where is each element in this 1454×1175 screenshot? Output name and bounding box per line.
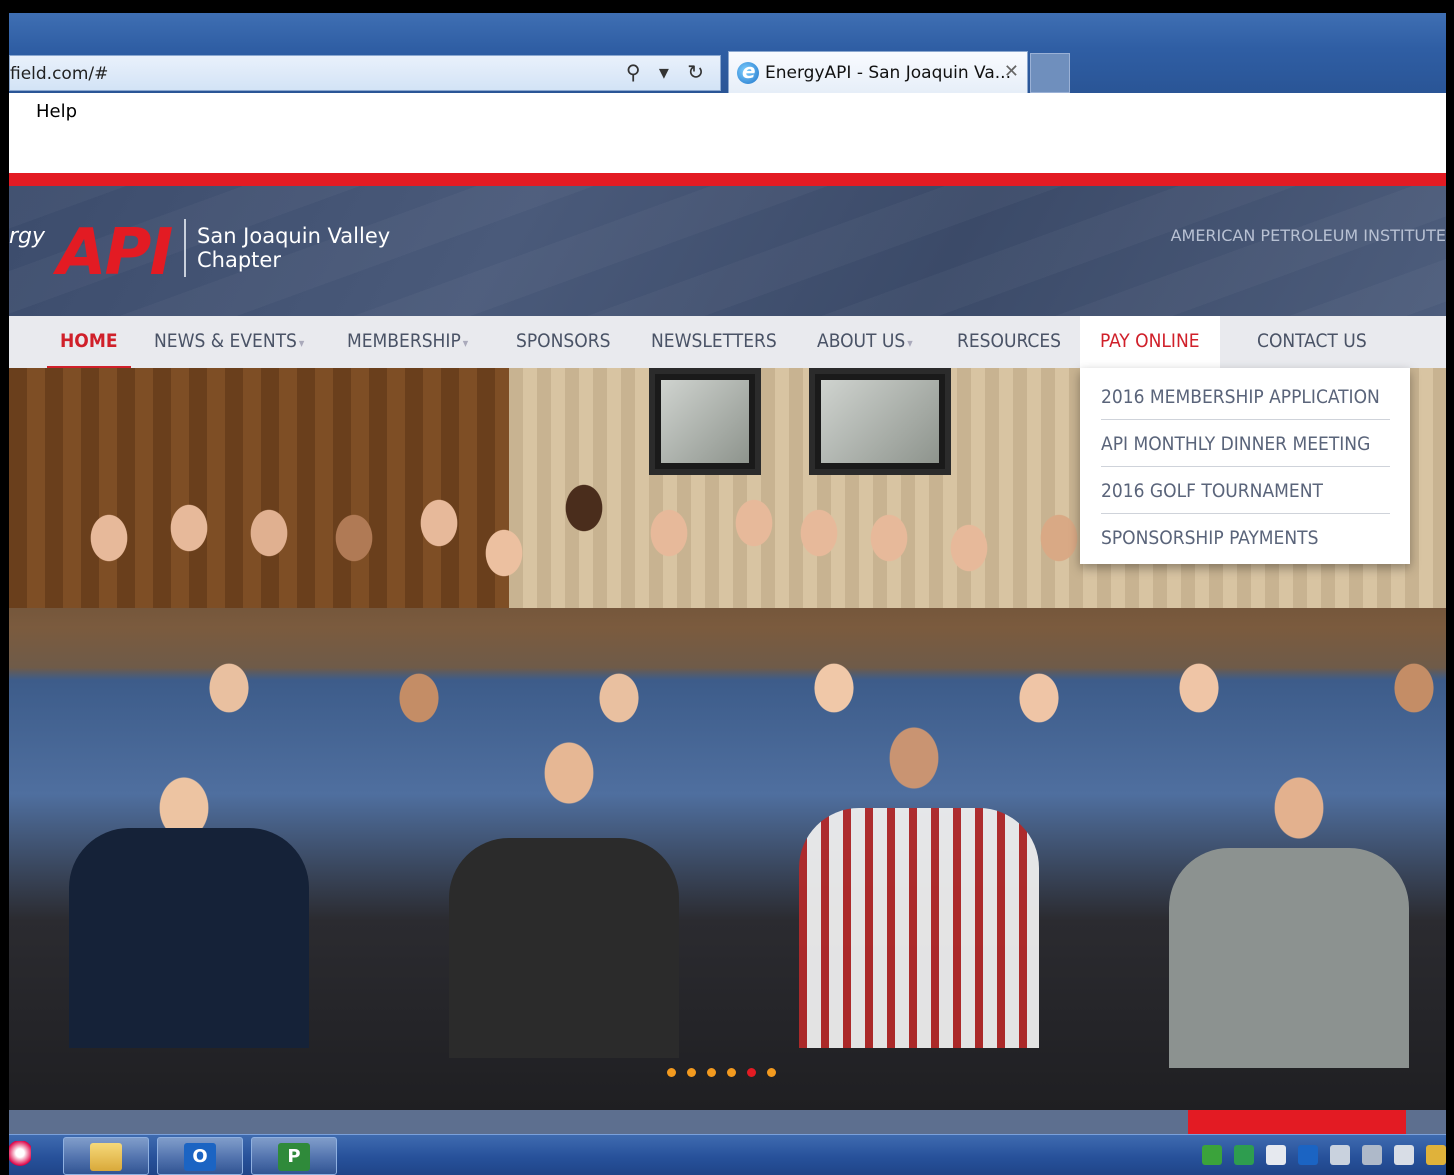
slider-dot[interactable]	[687, 1068, 696, 1077]
browser-tab[interactable]: EnergyAPI - San Joaquin Va... ✕	[728, 51, 1028, 93]
taskbar-project[interactable]: P	[251, 1137, 337, 1175]
api-logo[interactable]: API	[57, 221, 173, 285]
slider-dot[interactable]	[727, 1068, 736, 1077]
org-name: AMERICAN PETROLEUM INSTITUTE	[1170, 226, 1446, 245]
screen: field.com/# ⚲ ▾ ↻ EnergyAPI - San Joaqui…	[9, 13, 1446, 1175]
tray-volume-icon[interactable]	[1394, 1145, 1414, 1165]
outlook-icon: O	[184, 1143, 216, 1171]
address-bar[interactable]: field.com/# ⚲ ▾ ↻	[9, 55, 721, 91]
chevron-down-icon: ▾	[462, 336, 469, 350]
nav-news-events[interactable]: NEWS & EVENTS ▾	[154, 316, 304, 368]
dropdown-item-membership-application[interactable]: 2016 MEMBERSHIP APPLICATION	[1101, 374, 1390, 420]
search-refresh-icons[interactable]: ⚲ ▾ ↻	[626, 60, 710, 84]
logo-energy-text: rgy	[9, 224, 46, 249]
dropdown-item-dinner-meeting[interactable]: API MONTHLY DINNER MEETING	[1101, 421, 1390, 467]
chapter-line-2: Chapter	[197, 248, 281, 272]
hero-person	[1169, 848, 1409, 1068]
ie-icon	[737, 59, 759, 84]
start-orb-icon[interactable]	[9, 1141, 31, 1171]
chevron-down-icon: ▾	[907, 336, 913, 350]
new-tab-button[interactable]	[1030, 53, 1070, 93]
nav-sponsors[interactable]: SPONSORS	[516, 316, 610, 368]
nav-news-label: NEWS & EVENTS	[154, 330, 297, 352]
slider-dot-active[interactable]	[747, 1068, 756, 1077]
dropdown-item-golf-tournament[interactable]: 2016 GOLF TOURNAMENT	[1101, 468, 1390, 514]
chapter-name: San Joaquin Valley Chapter	[197, 224, 390, 272]
nav-membership[interactable]: MEMBERSHIP ▾	[347, 316, 468, 368]
tray-shield-icon[interactable]	[1234, 1145, 1254, 1165]
tab-title: EnergyAPI - San Joaquin Va...	[765, 63, 1011, 83]
address-text[interactable]: field.com/#	[10, 64, 108, 84]
site-header: rgy API San Joaquin Valley Chapter AMERI…	[9, 186, 1446, 316]
hero-person	[69, 828, 309, 1048]
main-nav: HOME NEWS & EVENTS ▾ MEMBERSHIP ▾ SPONSORS…	[9, 316, 1446, 368]
hero-framed-picture	[809, 368, 951, 475]
hero-person	[449, 838, 679, 1058]
slider-dot[interactable]	[767, 1068, 776, 1077]
nav-home[interactable]: HOME	[47, 316, 131, 368]
tray-outlook-icon[interactable]	[1298, 1145, 1318, 1165]
menu-bar: Help	[9, 93, 1446, 173]
monitor-frame: field.com/# ⚲ ▾ ↻ EnergyAPI - San Joaqui…	[0, 0, 1454, 1175]
header-red-line	[9, 173, 1446, 186]
read-more-button[interactable]	[1188, 1110, 1406, 1134]
nav-about-label: ABOUT US	[817, 330, 906, 352]
nav-about-us[interactable]: ABOUT US ▾	[817, 316, 913, 368]
logo-divider	[184, 219, 186, 277]
windows-taskbar: O P	[9, 1134, 1446, 1175]
chapter-line-1: San Joaquin Valley	[197, 224, 391, 248]
tray-key-icon[interactable]	[1426, 1145, 1446, 1165]
tray-display-icon[interactable]	[1362, 1145, 1382, 1165]
taskbar-outlook[interactable]: O	[157, 1137, 243, 1175]
hero-framed-picture	[649, 368, 761, 475]
tray-mail-icon[interactable]	[1266, 1145, 1286, 1165]
menu-help[interactable]: Help	[36, 101, 77, 122]
close-icon[interactable]: ✕	[1004, 61, 1019, 82]
browser-chrome: field.com/# ⚲ ▾ ↻ EnergyAPI - San Joaqui…	[9, 13, 1446, 93]
pay-online-dropdown: 2016 MEMBERSHIP APPLICATION API MONTHLY …	[1080, 368, 1410, 564]
dropdown-item-sponsorship-payments[interactable]: SPONSORSHIP PAYMENTS	[1101, 515, 1390, 561]
nav-contact-us[interactable]: CONTACT US	[1257, 316, 1367, 368]
folder-icon	[90, 1143, 122, 1171]
nav-newsletters[interactable]: NEWSLETTERS	[651, 316, 777, 368]
slider-dot[interactable]	[707, 1068, 716, 1077]
project-icon: P	[278, 1143, 310, 1171]
chevron-down-icon: ▾	[298, 336, 305, 350]
tray-app-icon[interactable]	[1202, 1145, 1222, 1165]
slider-dot[interactable]	[667, 1068, 676, 1077]
nav-membership-label: MEMBERSHIP	[347, 330, 461, 352]
slider-dots	[667, 1068, 776, 1077]
tray-network-icon[interactable]	[1330, 1145, 1350, 1165]
system-tray	[1202, 1145, 1446, 1165]
nav-resources[interactable]: RESOURCES	[957, 316, 1061, 368]
hero-person	[799, 808, 1039, 1048]
taskbar-explorer[interactable]	[63, 1137, 149, 1175]
